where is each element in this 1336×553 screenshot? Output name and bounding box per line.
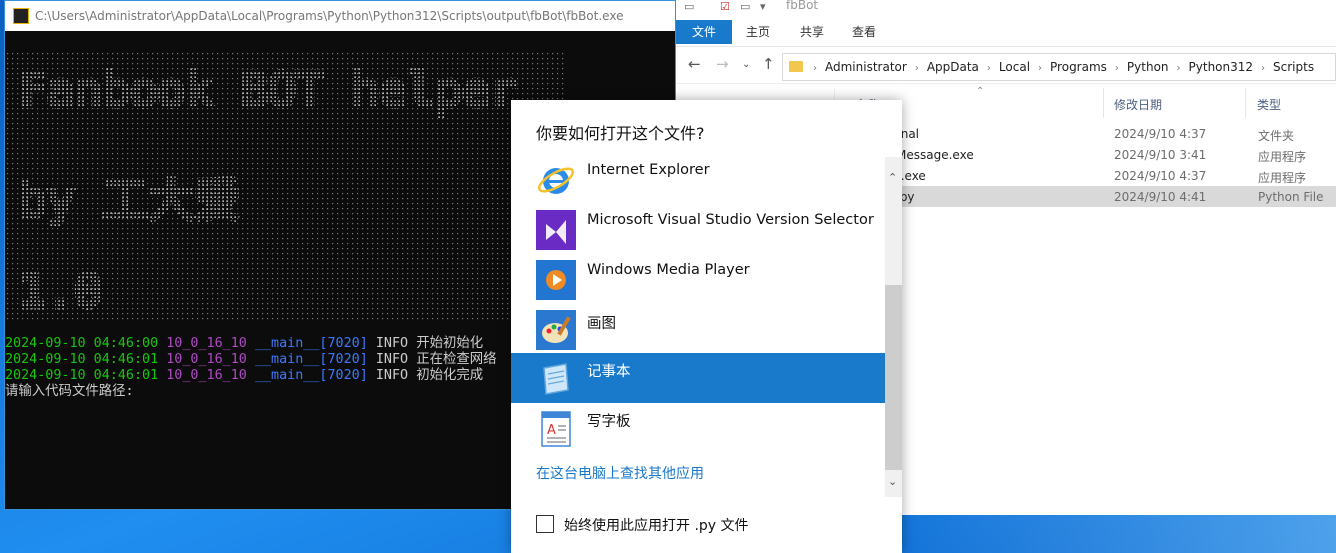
customize-toolbar-icon[interactable]: ▾ <box>760 0 766 14</box>
banner-line-1: Fanbook BOT helper <box>19 63 518 117</box>
folder-icon: ▭ <box>684 0 695 13</box>
dialog-title: 你要如何打开这个文件? <box>536 124 705 143</box>
breadcrumb-item[interactable]: Scripts <box>1273 60 1314 74</box>
breadcrumb-item[interactable]: Administrator <box>825 60 907 74</box>
file-type: 应用程序 <box>1258 150 1307 164</box>
always-use-checkbox[interactable] <box>536 515 554 533</box>
app-label: Microsoft Visual Studio Version Selector <box>587 212 874 228</box>
column-type[interactable]: 类型 <box>1257 96 1281 113</box>
banner-line-2: by 工大爱 <box>19 173 240 227</box>
app-list-scrollbar[interactable]: ⌃ ⌄ <box>885 157 902 497</box>
console-titlebar: C:\Users\Administrator\AppData\Local\Pro… <box>5 1 675 31</box>
explorer-title: fbBot <box>786 0 819 12</box>
tab-home[interactable]: 主页 <box>736 20 780 44</box>
media-player-icon <box>536 260 576 300</box>
app-option-media-player[interactable]: Windows Media Player <box>511 255 885 305</box>
file-name: Message.exe <box>896 148 974 162</box>
breadcrumb-item[interactable]: Programs <box>1050 60 1107 74</box>
paint-icon <box>536 310 576 350</box>
open-with-dialog: 你要如何打开这个文件? Internet Explorer Microsoft … <box>511 100 902 553</box>
file-date: 2024/9/10 4:37 <box>1114 169 1207 183</box>
breadcrumb-item[interactable]: Python <box>1127 60 1169 74</box>
breadcrumb-item[interactable]: Local <box>999 60 1030 74</box>
app-option-paint[interactable]: 画图 <box>511 305 885 355</box>
tab-file[interactable]: 文件 <box>676 20 732 44</box>
app-label: Windows Media Player <box>587 262 750 278</box>
banner-line-3: 1.0 <box>19 264 102 318</box>
svg-text:A: A <box>547 423 556 438</box>
input-prompt[interactable]: 请输入代码文件路径: <box>5 384 134 400</box>
find-other-apps-link[interactable]: 在这台电脑上查找其他应用 <box>536 463 704 483</box>
console-title: C:\Users\Administrator\AppData\Local\Pro… <box>35 9 624 23</box>
forward-icon[interactable]: → <box>716 55 729 73</box>
breadcrumb[interactable]: › Administrator › AppData › Local › Programs › Py… <box>782 53 1336 81</box>
app-option-ie[interactable]: Internet Explorer <box>511 155 885 205</box>
notepad-icon <box>543 363 569 395</box>
address-bar-row: ← → ⌄ ↑ › Administrator › AppData › Local › Pro… <box>676 47 1336 84</box>
back-icon[interactable]: ← <box>688 55 701 73</box>
explorer-titlebar: ▭ ☑ ▭ ▾ fbBot <box>676 0 1336 18</box>
tab-view[interactable]: 查看 <box>842 20 886 44</box>
file-type: 应用程序 <box>1258 171 1307 185</box>
file-date: 2024/9/10 4:37 <box>1114 127 1207 141</box>
vs-icon <box>536 210 576 250</box>
up-icon[interactable]: ↑ <box>762 55 775 73</box>
app-option-vs[interactable]: Microsoft Visual Studio Version Selector <box>511 205 885 255</box>
scrollbar-thumb[interactable] <box>885 285 902 470</box>
file-date: 2024/9/10 4:41 <box>1114 190 1207 204</box>
column-date[interactable]: 修改日期 <box>1114 96 1162 113</box>
ribbon-tabs: 文件 主页 共享 查看 <box>676 18 1336 47</box>
chevron-up-icon[interactable]: ⌃ <box>888 171 897 184</box>
python-app-icon <box>13 8 29 24</box>
sort-ascending-icon: ⌃ <box>976 86 985 97</box>
app-option-notepad[interactable]: 记事本 <box>511 353 885 403</box>
app-option-wordpad[interactable]: A 写字板 <box>511 403 885 453</box>
properties-icon[interactable]: ☑ <box>720 0 730 14</box>
chevron-down-icon[interactable]: ⌄ <box>888 475 897 488</box>
log-line: 2024-09-10 04:46:00 10_0_16_10 __main__[… <box>5 336 484 351</box>
breadcrumb-item[interactable]: Python312 <box>1189 60 1254 74</box>
column-headers: 名称 ⌃ 修改日期 类型 <box>836 86 1336 118</box>
log-line: 2024-09-10 04:46:01 10_0_16_10 __main__[… <box>5 368 484 383</box>
file-type: Python File <box>1258 190 1324 204</box>
tab-share[interactable]: 共享 <box>790 20 834 44</box>
log-line: 2024-09-10 04:46:01 10_0_16_10 __main__[… <box>5 352 497 367</box>
always-use-label[interactable]: 始终使用此应用打开 .py 文件 <box>564 515 749 535</box>
file-date: 2024/9/10 3:41 <box>1114 148 1207 162</box>
breadcrumb-item[interactable]: AppData <box>927 60 979 74</box>
app-label: Internet Explorer <box>587 162 710 178</box>
folder-icon <box>789 61 803 72</box>
ie-icon <box>537 167 575 194</box>
new-folder-icon[interactable]: ▭ <box>740 0 750 14</box>
app-label: 写字板 <box>587 414 631 430</box>
app-label: 记事本 <box>587 364 631 380</box>
wordpad-icon: A <box>541 411 571 447</box>
recent-locations-icon[interactable]: ⌄ <box>742 59 750 70</box>
app-label: 画图 <box>587 316 616 332</box>
file-type: 文件夹 <box>1258 129 1295 143</box>
